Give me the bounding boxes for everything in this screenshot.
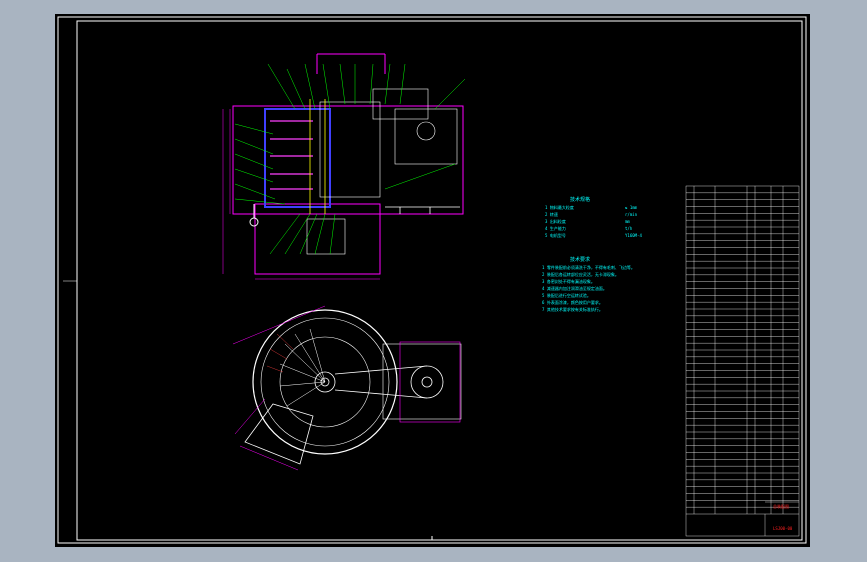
note-line: 6 外表面涂漆，颜色按用户要求。 bbox=[542, 300, 603, 305]
inner-frame bbox=[76, 20, 803, 541]
spec-row: 4 生产能力 t/h bbox=[545, 226, 632, 231]
drawing-title: 总装配图 bbox=[773, 504, 789, 509]
note-line: 2 装配后各运转部位应灵活，无卡滞现象。 bbox=[542, 272, 619, 277]
spec-row: 2 转速 r/min bbox=[545, 212, 637, 217]
spec-value: r/min bbox=[625, 212, 638, 217]
spec-label: 5 电机型号 bbox=[545, 233, 566, 238]
spec-value: t/h bbox=[625, 226, 633, 231]
cad-viewport[interactable]: 技术规格 1 物料最大粒度 ≤ 1mm 2 转速 r/min 3 出料粒度 mm 4 生产能… bbox=[55, 14, 810, 547]
plan-view bbox=[232, 305, 462, 471]
front-elevation-view bbox=[222, 53, 466, 280]
spec-row: 5 电机型号 Y160M-4 bbox=[545, 233, 642, 238]
note-line: 4 减速器内加注润滑油至规定油面。 bbox=[542, 286, 607, 291]
spec-heading: 技术规格 bbox=[570, 197, 591, 203]
note-line: 7 其他技术要求按有关标准执行。 bbox=[542, 307, 603, 312]
bom-table bbox=[685, 185, 800, 537]
spec-label: 3 出料粒度 bbox=[545, 219, 566, 224]
spec-row: 1 物料最大粒度 ≤ 1mm bbox=[545, 205, 637, 210]
note-line: 5 装配后进行空运转试验。 bbox=[542, 293, 591, 298]
spec-label: 1 物料最大粒度 bbox=[545, 205, 574, 210]
spec-value: mm bbox=[625, 219, 630, 224]
spec-row: 3 出料粒度 mm bbox=[545, 219, 630, 224]
spec-label: 4 生产能力 bbox=[545, 226, 566, 231]
spec-value: Y160M-4 bbox=[625, 233, 642, 238]
spec-label: 2 转速 bbox=[545, 212, 558, 217]
drawing-number: LSJ00-00 bbox=[773, 526, 793, 531]
notes-heading: 技术要求 bbox=[570, 257, 591, 263]
note-line: 3 各密封处不得有漏油现象。 bbox=[542, 279, 595, 284]
note-line: 1 零件装配前必须清洗干净，不得有毛刺、飞边等。 bbox=[542, 265, 635, 270]
assembly-drawing bbox=[57, 16, 807, 544]
spec-value: ≤ 1mm bbox=[625, 205, 638, 210]
